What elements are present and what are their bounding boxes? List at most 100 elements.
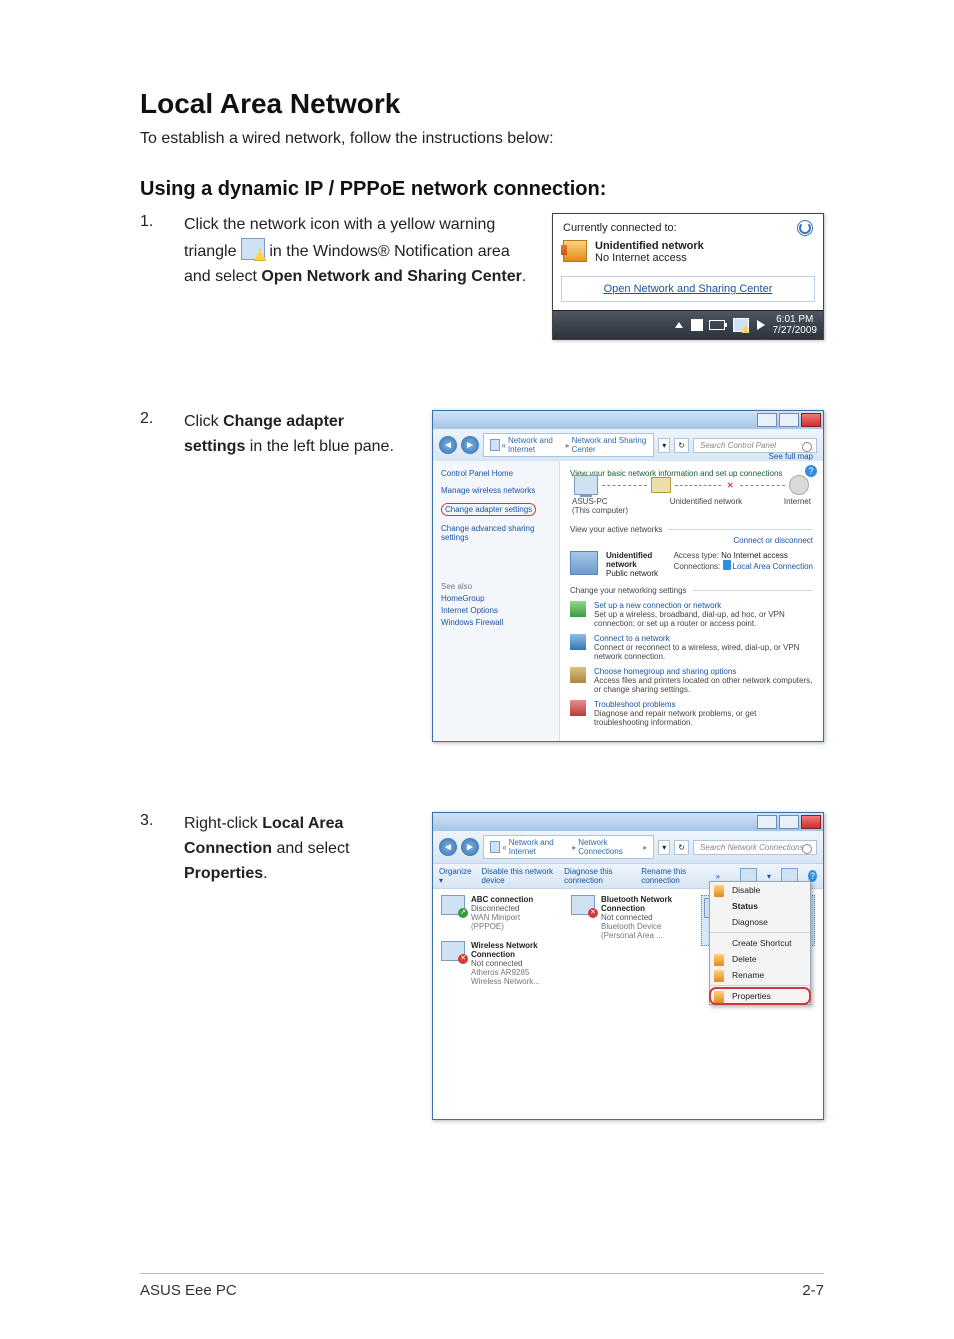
- option-setup-new[interactable]: Set up a new connection or networkSet up…: [570, 601, 813, 628]
- change-adapter-settings-link[interactable]: Change adapter settings: [441, 503, 536, 516]
- maximize-button[interactable]: [779, 815, 799, 829]
- connection-device: WAN Miniport (PPPOE): [471, 913, 555, 931]
- disable-device-button[interactable]: Disable this network device: [481, 867, 554, 885]
- close-button[interactable]: [801, 815, 821, 829]
- local-area-connection-link[interactable]: Local Area Connection: [733, 562, 814, 571]
- connection-name: Wireless Network Connection: [471, 941, 555, 959]
- crumb-item[interactable]: Network and Internet: [509, 838, 571, 856]
- connection-icon: ↗: [441, 895, 465, 915]
- connection-item-bluetooth[interactable]: ✕ Bluetooth Network Connection Not conne…: [571, 895, 685, 940]
- step-text: Click the network icon with a yellow war…: [184, 213, 534, 289]
- close-button[interactable]: [801, 413, 821, 427]
- menu-diagnose[interactable]: Diagnose: [710, 914, 810, 930]
- connection-item-abc[interactable]: ↗ ABC connection Disconnected WAN Minipo…: [441, 895, 555, 931]
- minimize-button[interactable]: [757, 815, 777, 829]
- active-network-type: Public network: [606, 569, 666, 578]
- see-also-label: See also: [441, 582, 551, 591]
- main-pane: ? View your basic network information an…: [560, 461, 823, 741]
- step-1: 1. Click the network icon with a yellow …: [140, 213, 824, 340]
- help-icon[interactable]: ?: [805, 465, 817, 477]
- search-input[interactable]: Search Control Panel: [693, 438, 817, 453]
- toolbar-overflow[interactable]: »: [716, 872, 720, 881]
- popup-header: Currently connected to:: [563, 222, 677, 234]
- option-desc: Set up a wireless, broadband, dial-up, a…: [594, 610, 813, 628]
- shield-icon: [714, 954, 724, 966]
- text-fragment: Right-click: [184, 815, 262, 832]
- windows-firewall-link[interactable]: Windows Firewall: [441, 618, 551, 627]
- network-node-icon: [651, 477, 671, 493]
- connection-status: Disconnected: [471, 904, 555, 913]
- section-subtitle: Using a dynamic IP / PPPoE network conne…: [140, 178, 824, 201]
- manage-wireless-link[interactable]: Manage wireless networks: [441, 486, 551, 495]
- footer-page-number: 2-7: [802, 1282, 824, 1299]
- network-name: Unidentified network: [595, 240, 704, 252]
- menu-disable[interactable]: Disable: [710, 882, 810, 898]
- context-menu: Disable Status Diagnose Create Shortcut …: [709, 881, 811, 1005]
- option-connect[interactable]: Connect to a networkConnect or reconnect…: [570, 634, 813, 661]
- change-advanced-sharing-link[interactable]: Change advanced sharing settings: [441, 524, 551, 542]
- rename-connection-button[interactable]: Rename this connection: [641, 867, 705, 885]
- page-footer: ASUS Eee PC 2-7: [140, 1273, 824, 1299]
- troubleshoot-icon: [570, 700, 586, 716]
- disconnect-x-icon: ✕: [727, 481, 734, 490]
- clock-time: 6:01 PM: [773, 314, 818, 325]
- menu-properties[interactable]: Properties: [710, 988, 810, 1004]
- network-popup: Currently connected to: Unidentified net…: [552, 213, 824, 340]
- menu-rename[interactable]: Rename: [710, 967, 810, 983]
- taskbar-clock[interactable]: 6:01 PM 7/27/2009: [773, 314, 818, 336]
- option-desc: Connect or reconnect to a wireless, wire…: [594, 643, 813, 661]
- text-fragment: in the left blue pane.: [245, 438, 394, 455]
- nsc-window: ◄ ► « Network and Internet ▸ Network and…: [432, 410, 824, 742]
- see-full-map-link[interactable]: See full map: [570, 452, 813, 461]
- network-tray-icon[interactable]: [733, 318, 749, 332]
- step-number: 2.: [140, 410, 174, 428]
- forward-button[interactable]: ►: [461, 838, 479, 856]
- connection-item-wireless[interactable]: ✕ Wireless Network Connection Not connec…: [441, 941, 555, 986]
- connect-icon: [570, 634, 586, 650]
- tray-expand-icon[interactable]: [675, 322, 683, 328]
- network-diagram: ✕: [570, 475, 813, 495]
- back-button[interactable]: ◄: [439, 838, 457, 856]
- back-button[interactable]: ◄: [439, 436, 457, 454]
- minimize-button[interactable]: [757, 413, 777, 427]
- window-chrome: [433, 813, 823, 831]
- option-homegroup[interactable]: Choose homegroup and sharing optionsAcce…: [570, 667, 813, 694]
- window-chrome: [433, 411, 823, 429]
- intro-text: To establish a wired network, follow the…: [140, 130, 824, 148]
- diagnose-connection-button[interactable]: Diagnose this connection: [564, 867, 631, 885]
- connection-name: ABC connection: [471, 895, 555, 904]
- internet-options-link[interactable]: Internet Options: [441, 606, 551, 615]
- search-input[interactable]: Search Network Connections: [693, 840, 817, 855]
- option-heading: Troubleshoot problems: [594, 700, 813, 709]
- control-panel-icon: [490, 439, 500, 451]
- homegroup-link[interactable]: HomeGroup: [441, 594, 551, 603]
- left-pane: Control Panel Home Manage wireless netwo…: [433, 461, 560, 741]
- setup-icon: [570, 601, 586, 617]
- text-fragment: .: [263, 865, 267, 882]
- shield-icon: [714, 970, 724, 982]
- breadcrumb[interactable]: « Network and Internet ▸ Network Connect…: [483, 835, 654, 859]
- control-panel-home-link[interactable]: Control Panel Home: [441, 469, 551, 478]
- forward-button[interactable]: ►: [461, 436, 479, 454]
- internet-globe-icon: [789, 475, 809, 495]
- option-troubleshoot[interactable]: Troubleshoot problemsDiagnose and repair…: [570, 700, 813, 727]
- open-nsc-link[interactable]: Open Network and Sharing Center: [604, 283, 773, 295]
- network-connections-window: ◄ ► « Network and Internet ▸ Network Con…: [432, 812, 824, 1120]
- maximize-button[interactable]: [779, 413, 799, 427]
- volume-icon[interactable]: [757, 320, 765, 330]
- organize-menu[interactable]: Organize ▾: [439, 867, 471, 885]
- text-bold: Properties: [184, 865, 263, 882]
- action-center-icon[interactable]: [691, 319, 701, 331]
- refresh-icon[interactable]: [797, 220, 813, 236]
- crumb-item[interactable]: Network and Internet: [508, 436, 564, 454]
- menu-create-shortcut[interactable]: Create Shortcut: [710, 935, 810, 951]
- control-panel-icon: [490, 841, 500, 853]
- connect-disconnect-link[interactable]: Connect or disconnect: [570, 536, 813, 545]
- crumb-item[interactable]: Network Connections: [578, 838, 641, 856]
- battery-icon[interactable]: [709, 320, 725, 330]
- network-bench-icon: [570, 551, 598, 575]
- menu-delete[interactable]: Delete: [710, 951, 810, 967]
- text-bold: Open Network and Sharing Center: [261, 268, 521, 285]
- connections-label: Connections:: [674, 562, 721, 571]
- menu-status[interactable]: Status: [710, 898, 810, 914]
